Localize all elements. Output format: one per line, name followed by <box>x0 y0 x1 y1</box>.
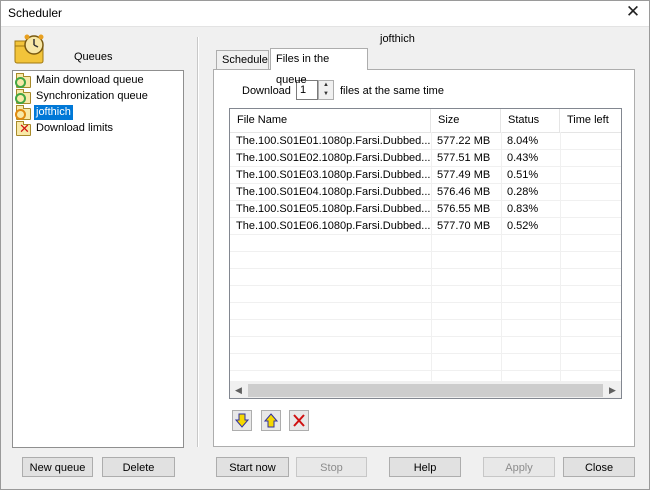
file-name-cell: The.100.S01E04.1080p.Farsi.Dubbed.... <box>236 186 431 198</box>
table-row[interactable]: The.100.S01E01.1080p.Farsi.Dubbed.... 577… <box>230 133 621 150</box>
file-time-left-cell <box>560 150 621 166</box>
download-limits-icon: ✕ <box>15 121 31 136</box>
column-time-left[interactable]: Time left <box>560 109 621 132</box>
file-size-cell: 577.51 MB <box>437 152 491 164</box>
queue-item-download-limits[interactable]: ✕ Download limits <box>15 121 115 136</box>
empty-row <box>230 235 621 252</box>
red-x-icon <box>293 414 305 427</box>
arrow-up-icon <box>264 413 278 428</box>
arrow-down-icon <box>235 413 249 428</box>
new-queue-button[interactable]: New queue <box>22 457 93 477</box>
close-button[interactable]: Close <box>563 457 635 477</box>
stop-button[interactable]: Stop <box>296 457 367 477</box>
tab-files-in-queue[interactable]: Files in the queue <box>270 48 368 86</box>
file-status-cell: 0.28% <box>507 186 539 198</box>
queue-folder-icon <box>15 105 31 120</box>
table-row[interactable]: The.100.S01E02.1080p.Farsi.Dubbed.... 577… <box>230 150 621 167</box>
table-row[interactable]: The.100.S01E03.1080p.Farsi.Dubbed.... 577… <box>230 167 621 184</box>
empty-row <box>230 303 621 320</box>
scheduler-clock-icon <box>12 32 46 66</box>
delete-queue-button[interactable]: Delete <box>102 457 175 477</box>
move-up-button[interactable] <box>261 410 281 431</box>
file-time-left-cell <box>560 218 621 234</box>
files-at-same-time-label: files at the same time <box>340 85 444 97</box>
file-size-cell: 576.46 MB <box>437 186 491 198</box>
file-status-cell: 0.51% <box>507 169 539 181</box>
table-row[interactable]: The.100.S01E05.1080p.Farsi.Dubbed.... 576… <box>230 201 621 218</box>
column-status[interactable]: Status <box>501 109 560 132</box>
file-status-cell: 8.04% <box>507 135 539 147</box>
empty-row <box>230 286 621 303</box>
queue-item-label: jofthich <box>34 105 73 120</box>
scrollbar-thumb[interactable] <box>248 384 603 397</box>
apply-button[interactable]: Apply <box>483 457 555 477</box>
queue-tree[interactable]: Main download queue Synchronization queu… <box>12 70 184 448</box>
window-title: Scheduler <box>8 6 63 20</box>
file-status-cell: 0.83% <box>507 203 539 215</box>
table-row[interactable]: The.100.S01E06.1080p.Farsi.Dubbed.... 577… <box>230 218 621 235</box>
queue-item-synchronization[interactable]: Synchronization queue <box>15 89 150 104</box>
file-time-left-cell <box>560 133 621 149</box>
remove-file-button[interactable] <box>289 410 309 431</box>
file-size-cell: 577.49 MB <box>437 169 491 181</box>
horizontal-scrollbar[interactable]: ◀ ▶ <box>230 381 621 398</box>
title-bar: Scheduler ✕ <box>0 0 650 27</box>
start-now-button[interactable]: Start now <box>216 457 289 477</box>
empty-row <box>230 337 621 354</box>
file-name-cell: The.100.S01E06.1080p.Farsi.Dubbed.... <box>236 220 431 232</box>
window-close-button[interactable]: ✕ <box>620 1 646 23</box>
column-file-name[interactable]: File Name <box>230 109 431 132</box>
empty-row <box>230 269 621 286</box>
file-name-cell: The.100.S01E01.1080p.Farsi.Dubbed.... <box>236 135 431 147</box>
queue-folder-icon <box>15 73 31 88</box>
file-name-cell: The.100.S01E02.1080p.Farsi.Dubbed.... <box>236 152 431 164</box>
queues-title: Queues <box>74 51 113 63</box>
file-size-cell: 577.70 MB <box>437 220 491 232</box>
table-row[interactable]: The.100.S01E04.1080p.Farsi.Dubbed.... 576… <box>230 184 621 201</box>
queue-item-jofthich[interactable]: jofthich <box>15 105 73 120</box>
selected-queue-name: jofthich <box>380 33 415 45</box>
file-name-cell: The.100.S01E05.1080p.Farsi.Dubbed.... <box>236 203 431 215</box>
file-status-cell: 0.52% <box>507 220 539 232</box>
queue-item-label: Synchronization queue <box>36 90 148 102</box>
spinner-down-icon[interactable]: ▼ <box>319 90 333 99</box>
help-button[interactable]: Help <box>389 457 461 477</box>
empty-row <box>230 252 621 269</box>
pane-divider-highlight <box>198 37 199 447</box>
column-size[interactable]: Size <box>431 109 501 132</box>
file-size-cell: 576.55 MB <box>437 203 491 215</box>
queue-files-list[interactable]: File Name Size Status Time left The.100.… <box>229 108 622 399</box>
file-status-cell: 0.43% <box>507 152 539 164</box>
queue-item-main-download[interactable]: Main download queue <box>15 73 146 88</box>
empty-row <box>230 354 621 371</box>
file-time-left-cell <box>560 201 621 217</box>
queue-item-label: Main download queue <box>36 74 144 86</box>
empty-row <box>230 320 621 337</box>
queue-item-label: Download limits <box>36 122 114 134</box>
tab-schedule[interactable]: Schedule <box>216 50 269 69</box>
spinner-up-icon[interactable]: ▲ <box>319 81 333 90</box>
file-time-left-cell <box>560 184 621 200</box>
scroll-right-icon[interactable]: ▶ <box>604 382 621 398</box>
file-size-cell: 577.22 MB <box>437 135 491 147</box>
queue-folder-icon <box>15 89 31 104</box>
scroll-left-icon[interactable]: ◀ <box>230 382 247 398</box>
move-down-button[interactable] <box>232 410 252 431</box>
file-time-left-cell <box>560 167 621 183</box>
file-name-cell: The.100.S01E03.1080p.Farsi.Dubbed.... <box>236 169 431 181</box>
simultaneous-downloads-spinner[interactable]: ▲ ▼ <box>318 80 334 100</box>
list-header: File Name Size Status Time left <box>230 109 621 133</box>
